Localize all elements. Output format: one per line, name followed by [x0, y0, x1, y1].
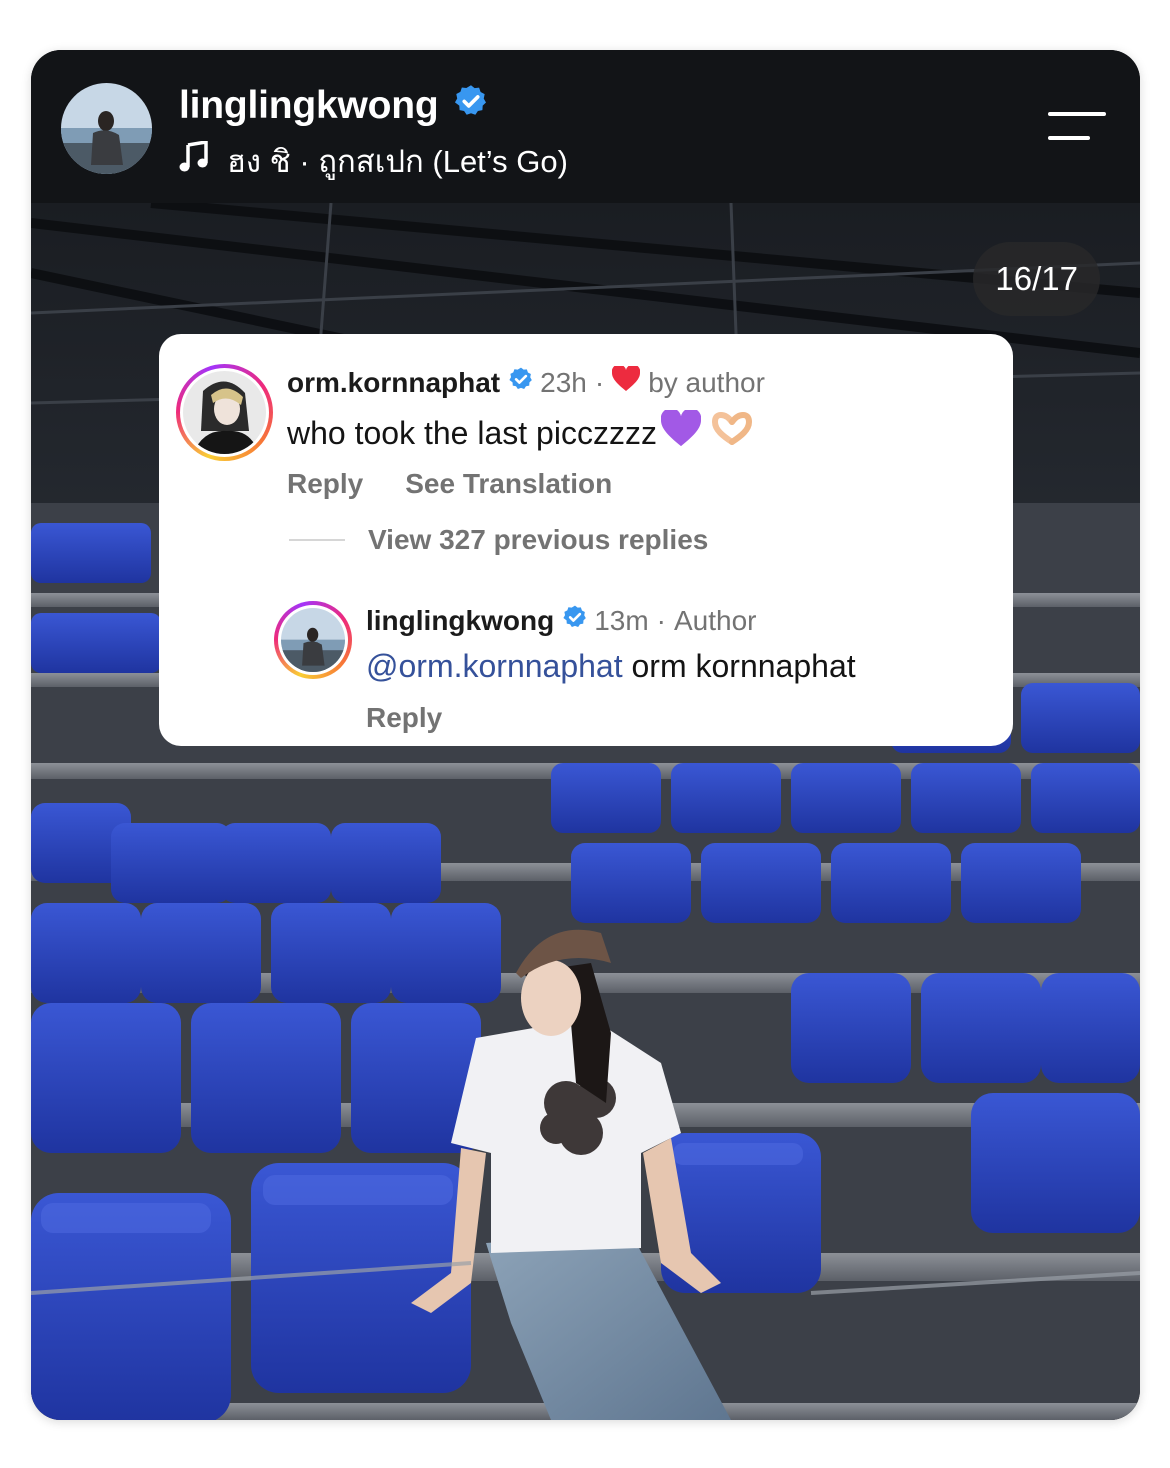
music-track: ฮง ชิ · ถูกสเปก (Let’s Go): [227, 144, 568, 179]
post-card: linglingkwong ฮง ชิ · ถูกสเปก (Let’s Go): [31, 50, 1140, 1420]
author-label: Author: [674, 604, 757, 636]
comment-username[interactable]: orm.kornnaphat: [287, 367, 500, 399]
heart-hands-icon: [711, 411, 753, 454]
post-username[interactable]: linglingkwong: [179, 84, 439, 128]
user-avatar[interactable]: [61, 83, 152, 174]
reply-avatar-ring[interactable]: [274, 601, 352, 679]
post-header: linglingkwong ฮง ชิ · ถูกสเปก (Let’s Go): [31, 50, 1140, 203]
verified-badge-icon: [508, 366, 534, 399]
menu-icon[interactable]: [1048, 110, 1106, 142]
comment-text: who took the last picczzzz: [287, 414, 657, 451]
comment-meta: orm.kornnaphat 23h · by author: [287, 364, 765, 399]
liked-by-author-label: by author: [648, 366, 765, 398]
reply-meta: linglingkwong 13m · Author: [366, 604, 757, 637]
slide-counter: 16/17: [973, 242, 1100, 316]
meta-separator: ·: [656, 604, 666, 636]
music-note-icon: [179, 139, 209, 181]
see-translation-button[interactable]: See Translation: [405, 468, 612, 500]
commenter-avatar-ring[interactable]: [176, 364, 273, 461]
mention-link[interactable]: @orm.kornnaphat: [366, 648, 623, 684]
heart-icon: [612, 364, 641, 399]
comment-actions: Reply See Translation: [287, 468, 654, 500]
music-row[interactable]: ฮง ชิ · ถูกสเปก (Let’s Go): [179, 136, 568, 186]
reply-button[interactable]: Reply: [287, 468, 363, 500]
view-replies-label: View 327 previous replies: [368, 524, 709, 555]
reply-avatar[interactable]: [281, 608, 345, 672]
comment-time: 23h: [540, 366, 587, 398]
comment-text-row: who took the last picczzzz: [287, 408, 753, 456]
view-replies-button[interactable]: View 327 previous replies: [289, 524, 708, 556]
reply-text: orm kornnaphat: [622, 648, 856, 684]
commenter-avatar[interactable]: [183, 371, 266, 454]
reply-text-row: @orm.kornnaphat orm kornnaphat: [366, 648, 856, 685]
comment-overlay: orm.kornnaphat 23h · by author who took …: [159, 334, 1013, 746]
reply-button[interactable]: Reply: [366, 702, 442, 734]
post-username-row[interactable]: linglingkwong: [179, 83, 489, 129]
meta-separator: ·: [594, 366, 605, 398]
reply-time: 13m: [594, 604, 649, 636]
reply-thread-divider: [289, 539, 345, 541]
purple-heart-icon: [660, 408, 702, 456]
verified-badge-icon: [453, 83, 489, 129]
reply-username[interactable]: linglingkwong: [366, 605, 554, 637]
verified-badge-icon: [562, 604, 588, 637]
